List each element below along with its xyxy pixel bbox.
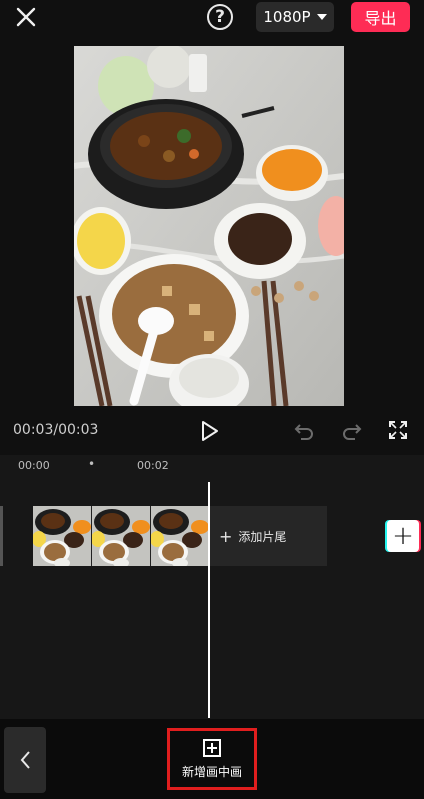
export-label: 导出 (364, 9, 397, 28)
back-button[interactable] (4, 727, 46, 793)
timecode: 00:03/00:03 (13, 422, 99, 438)
add-ending-button[interactable]: + 添加片尾 (209, 506, 327, 566)
time-tick-dot: • (88, 457, 96, 471)
help-button[interactable]: ? (207, 4, 233, 30)
add-pip-button[interactable]: 新增画中画 (167, 728, 257, 790)
clip-thumbnail (92, 506, 151, 566)
redo-button[interactable] (341, 420, 363, 442)
resolution-value: 1080P (263, 8, 311, 26)
plus-icon: + (219, 526, 233, 546)
help-icon: ? (215, 7, 225, 27)
food-photo (74, 46, 344, 406)
close-icon (16, 7, 36, 27)
add-ending-label: 添加片尾 (238, 529, 287, 544)
time-tick: 00:00 (18, 459, 50, 472)
undo-button[interactable] (293, 420, 315, 442)
close-button[interactable] (10, 4, 42, 32)
caret-down-icon (316, 14, 327, 20)
export-button[interactable]: 导出 (351, 2, 410, 32)
clip-thumbnail (151, 506, 209, 566)
chevron-left-icon (20, 751, 30, 769)
playhead[interactable] (208, 482, 210, 718)
play-button[interactable] (199, 419, 221, 443)
time-tick: 00:02 (137, 459, 169, 472)
track-edge (0, 506, 3, 566)
undo-icon (294, 424, 313, 440)
clip-thumbnail (33, 506, 92, 566)
plus-icon: + (392, 521, 414, 551)
timeline-area[interactable] (0, 455, 424, 719)
fullscreen-button[interactable] (388, 420, 408, 440)
add-pip-label: 新增画中画 (181, 764, 242, 779)
video-preview[interactable] (74, 46, 344, 406)
play-icon (202, 421, 218, 441)
add-box-icon (203, 738, 221, 757)
video-clip[interactable] (33, 506, 209, 566)
add-clip-button[interactable]: + (387, 520, 419, 552)
resolution-dropdown[interactable]: 1080P (256, 2, 334, 32)
redo-icon (343, 424, 362, 440)
fullscreen-icon (389, 421, 407, 439)
